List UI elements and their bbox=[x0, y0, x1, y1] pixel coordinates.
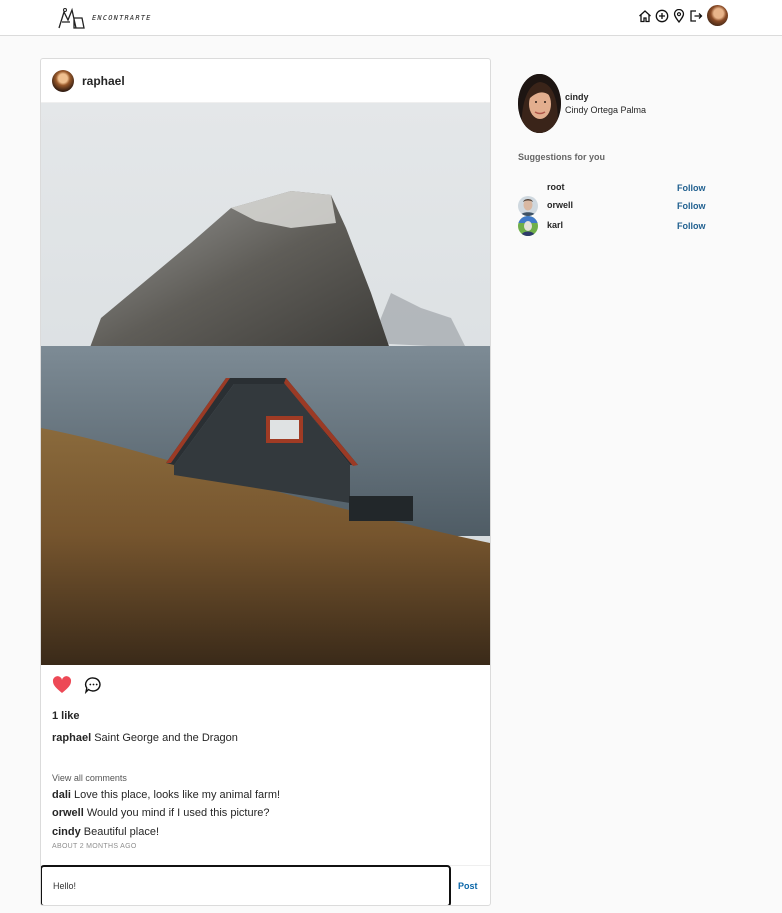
comment-input[interactable] bbox=[41, 865, 451, 905]
comment-item: orwell Would you mind if I used this pic… bbox=[52, 807, 269, 819]
suggestion-row: karl Follow bbox=[518, 216, 718, 236]
follow-button[interactable]: Follow bbox=[677, 183, 706, 193]
heart-icon[interactable] bbox=[52, 676, 72, 694]
logo-text: ENCONTRARTE bbox=[92, 14, 152, 22]
follow-button[interactable]: Follow bbox=[677, 221, 706, 231]
post-image[interactable] bbox=[41, 103, 490, 665]
suggestion-username[interactable]: root bbox=[547, 182, 565, 192]
add-post-icon[interactable] bbox=[654, 8, 669, 23]
caption-username[interactable]: raphael bbox=[52, 732, 91, 744]
nav-icons bbox=[637, 5, 728, 26]
comment-text: Beautiful place! bbox=[83, 826, 160, 838]
current-user-fullname: Cindy Ortega Palma bbox=[565, 105, 647, 115]
current-user-username[interactable]: cindy bbox=[565, 92, 589, 102]
home-icon[interactable] bbox=[637, 8, 652, 23]
comment-item: cindy Beautiful place! bbox=[52, 826, 159, 838]
follow-button[interactable]: Follow bbox=[677, 201, 706, 211]
view-all-comments-link[interactable]: View all comments bbox=[52, 773, 127, 783]
profile-avatar[interactable] bbox=[707, 5, 728, 26]
logo-icon bbox=[58, 7, 85, 29]
post-timestamp: ABOUT 2 MONTHS AGO bbox=[52, 843, 137, 850]
post-author-avatar[interactable] bbox=[52, 69, 74, 92]
suggestions-title: Suggestions for you bbox=[518, 152, 606, 162]
post-author-username[interactable]: raphael bbox=[82, 74, 125, 88]
brand-logo[interactable]: ENCONTRARTE bbox=[56, 6, 152, 30]
post-actions bbox=[52, 676, 103, 694]
comment-item: dali Love this place, looks like my anim… bbox=[52, 789, 280, 801]
suggestion-row: orwell Follow bbox=[518, 196, 718, 216]
comment-username[interactable]: cindy bbox=[52, 826, 81, 838]
suggestion-avatar[interactable] bbox=[518, 216, 538, 236]
comment-text: Would you mind if I used this picture? bbox=[86, 807, 270, 819]
post-caption: raphael Saint George and the Dragon bbox=[52, 732, 238, 744]
likes-count[interactable]: 1 like bbox=[52, 710, 80, 722]
caption-text: Saint George and the Dragon bbox=[94, 732, 238, 744]
add-comment-form: Post bbox=[41, 865, 490, 905]
location-icon[interactable] bbox=[671, 8, 686, 23]
suggestion-username[interactable]: karl bbox=[547, 220, 563, 230]
post-comment-button[interactable]: Post bbox=[458, 881, 478, 891]
top-nav-bar: ENCONTRARTE bbox=[0, 0, 782, 36]
comment-username[interactable]: orwell bbox=[52, 807, 84, 819]
suggestion-avatar[interactable] bbox=[518, 196, 538, 216]
post-card: raphael 1 like raphael Saint George and … bbox=[40, 58, 491, 906]
comment-icon[interactable] bbox=[84, 676, 103, 694]
logout-icon[interactable] bbox=[688, 8, 703, 23]
suggestion-row: root Follow bbox=[518, 178, 718, 198]
comment-text: Love this place, looks like my animal fa… bbox=[74, 789, 281, 801]
suggestion-username[interactable]: orwell bbox=[547, 200, 573, 210]
current-user-avatar[interactable] bbox=[518, 74, 561, 133]
comment-username[interactable]: dali bbox=[52, 789, 71, 801]
post-header: raphael bbox=[41, 59, 490, 103]
